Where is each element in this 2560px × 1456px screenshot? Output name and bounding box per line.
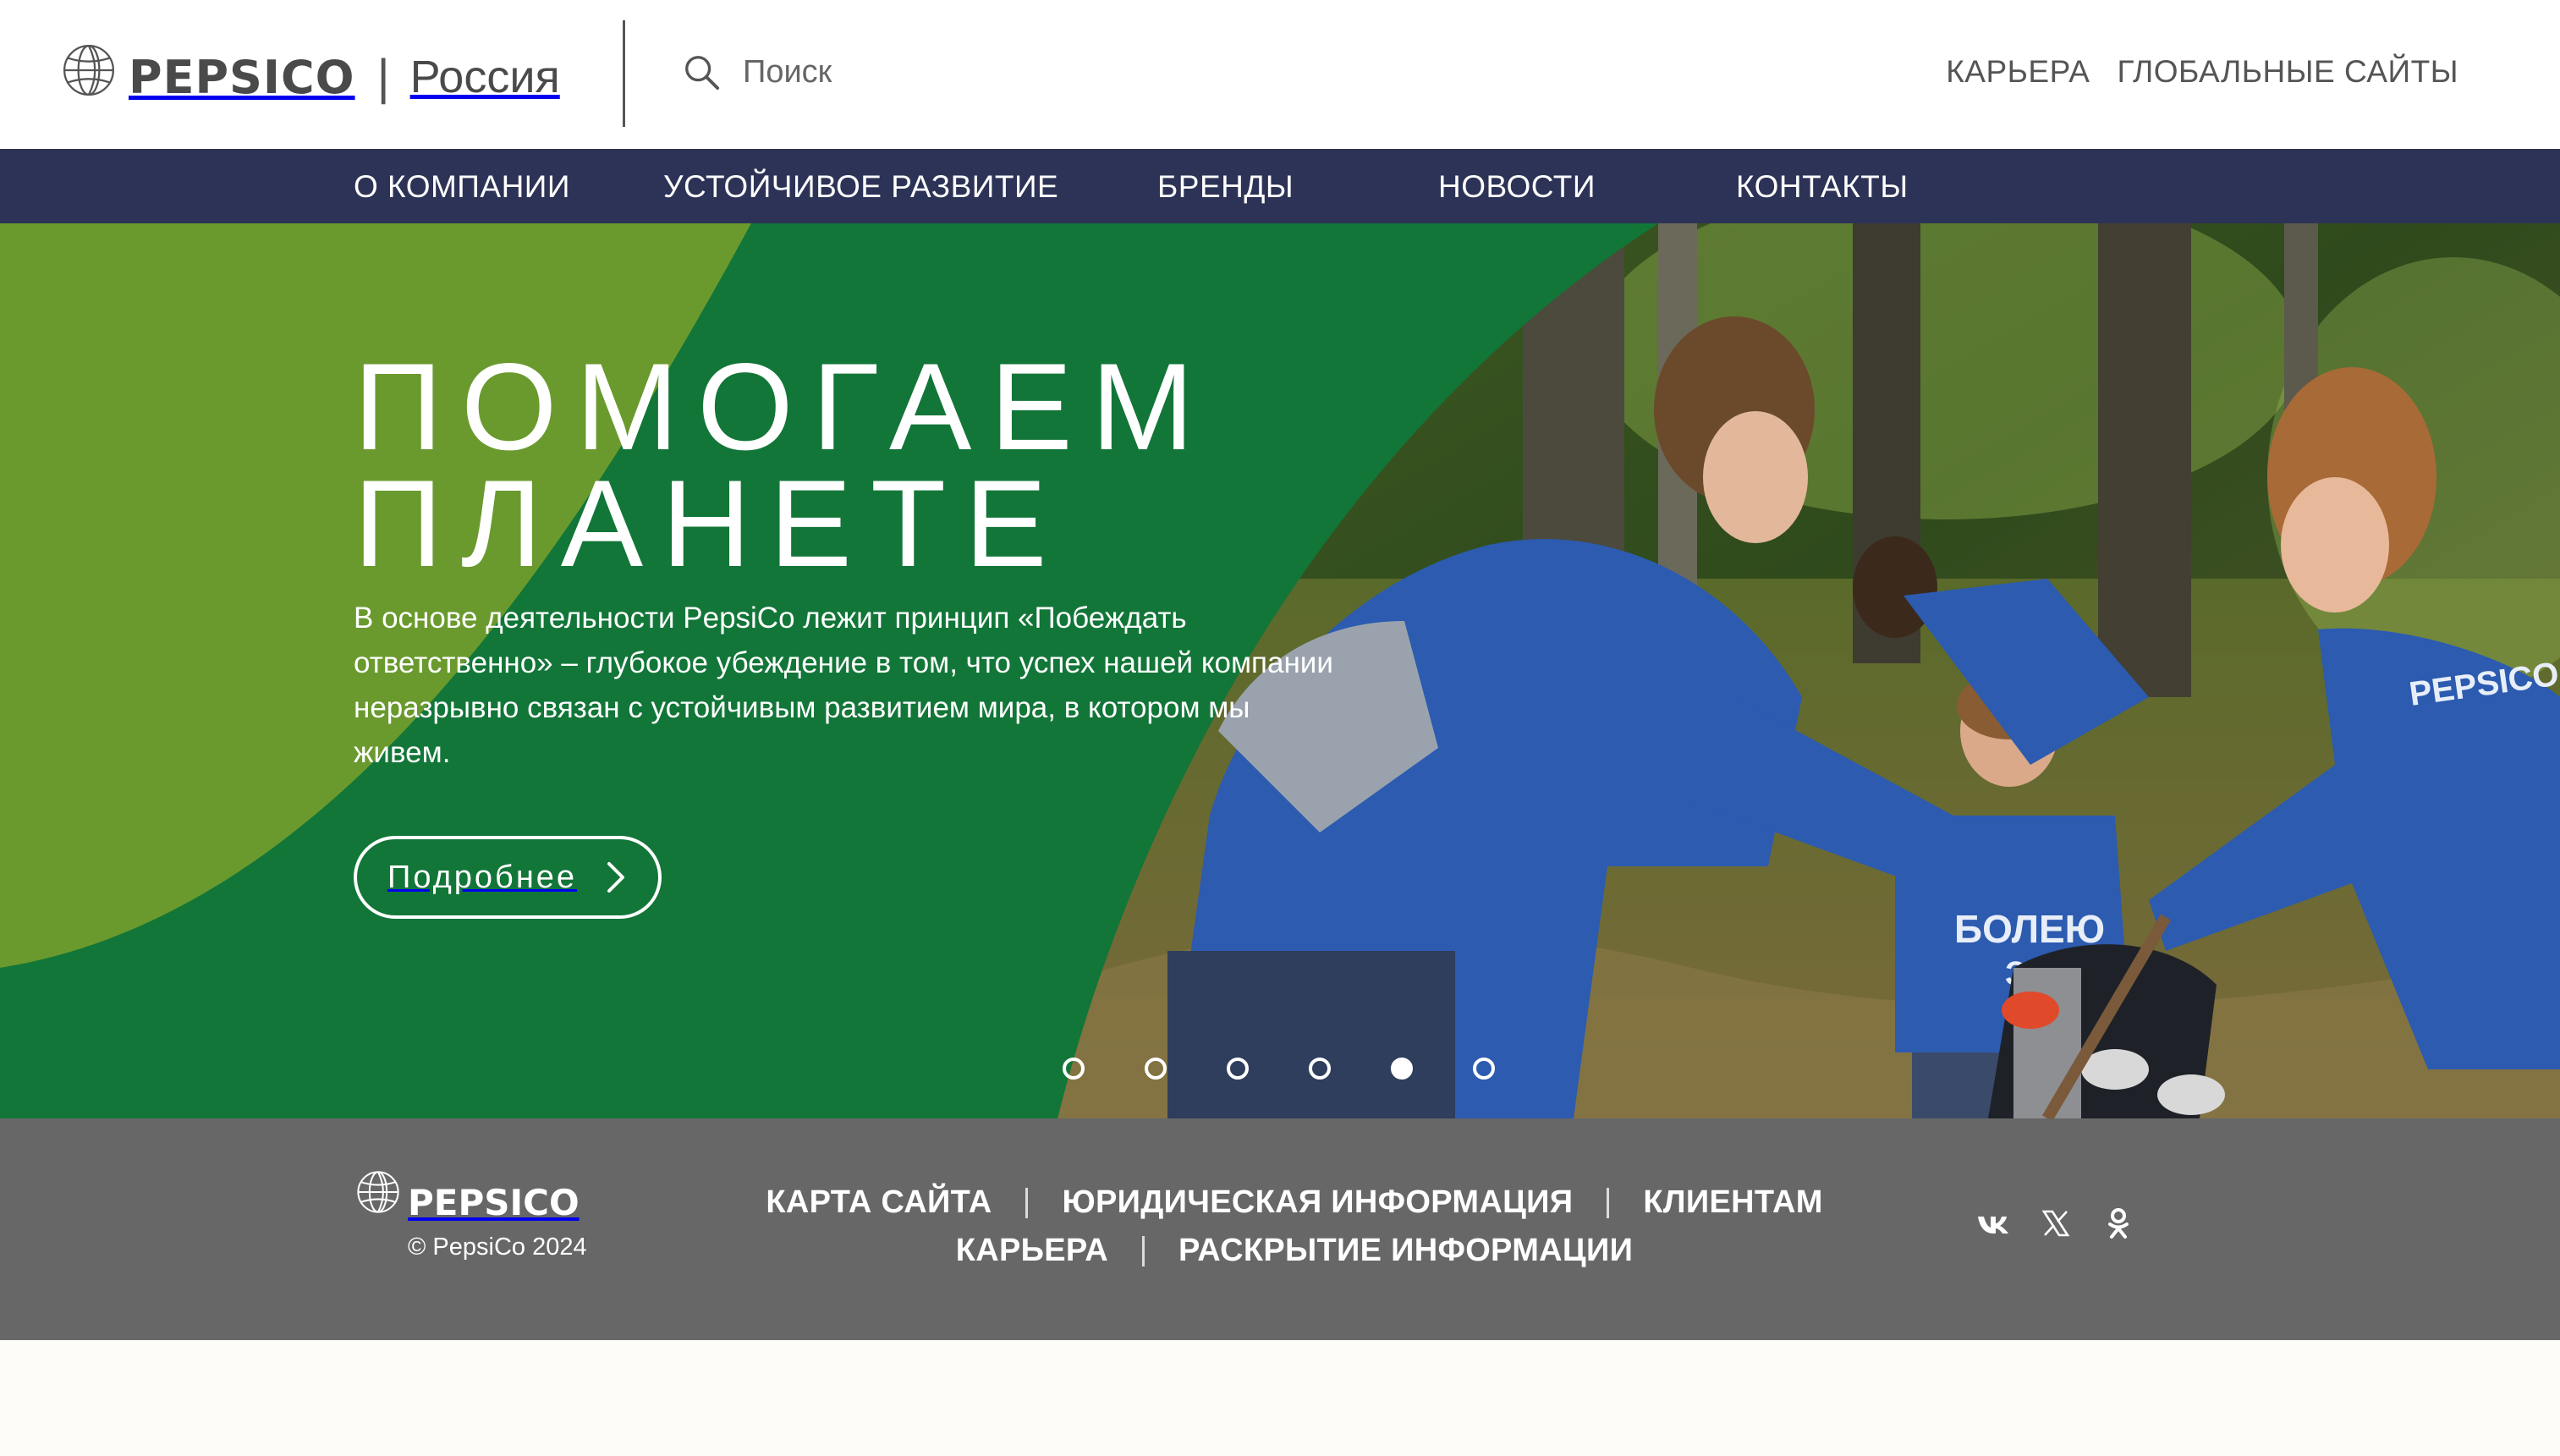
brand-name: PEPSICO bbox=[129, 50, 355, 104]
learn-more-button[interactable]: Подробнее bbox=[354, 836, 662, 919]
shirt-text-1: БОЛЕЮ bbox=[1954, 907, 2105, 951]
career-link[interactable]: КАРЬЕРА bbox=[1946, 54, 2090, 90]
carousel-pagination bbox=[1063, 1058, 1495, 1080]
footer-divider bbox=[1025, 1187, 1029, 1218]
sitemap-link[interactable]: КАРТА САЙТА bbox=[766, 1184, 992, 1221]
search-box[interactable] bbox=[682, 52, 1014, 91]
search-input[interactable] bbox=[743, 53, 1014, 91]
nav-item-about[interactable]: О КОМПАНИИ bbox=[354, 169, 570, 205]
learn-more-label: Подробнее bbox=[387, 859, 578, 895]
main-nav: О КОМПАНИИ УСТОЙЧИВОЕ РАЗВИТИЕ БРЕНДЫ НО… bbox=[0, 149, 2560, 223]
hero-carousel: БОЛЕЮ ЗА PEPSICO ПОМОГАЕМ ПЛАНЕТЕ В осно… bbox=[0, 223, 2560, 1118]
social-links bbox=[1976, 1206, 2135, 1240]
carousel-dot-1[interactable] bbox=[1063, 1058, 1085, 1080]
nav-item-brands[interactable]: БРЕНДЫ bbox=[1157, 169, 1294, 205]
ok-link[interactable] bbox=[2101, 1206, 2135, 1240]
x-link[interactable] bbox=[2039, 1206, 2073, 1240]
region-label: Россия bbox=[409, 52, 560, 102]
footer-divider bbox=[1607, 1187, 1610, 1218]
site-header: PEPSICO | Россия КАРЬЕРА ГЛОБАЛЬНЫЕ САЙТ… bbox=[0, 0, 2560, 149]
footer-career-link[interactable]: КАРЬЕРА bbox=[956, 1233, 1108, 1269]
hero-title-line-1: ПОМОГАЕМ bbox=[354, 338, 1213, 475]
global-sites-link[interactable]: ГЛОБАЛЬНЫЕ САЙТЫ bbox=[2117, 54, 2458, 90]
nav-item-news[interactable]: НОВОСТИ bbox=[1438, 169, 1596, 205]
site-footer: PEPSICO © PepsiCo 2024 КАРТА САЙТА ЮРИДИ… bbox=[0, 1118, 2560, 1340]
carousel-dot-6[interactable] bbox=[1473, 1058, 1495, 1080]
utility-links: КАРЬЕРА ГЛОБАЛЬНЫЕ САЙТЫ bbox=[1946, 54, 2458, 90]
vk-link[interactable] bbox=[1976, 1206, 2010, 1240]
globe-icon bbox=[63, 44, 115, 96]
region-separator: | bbox=[376, 49, 390, 105]
carousel-dot-3[interactable] bbox=[1227, 1058, 1249, 1080]
footer-divider bbox=[1142, 1235, 1145, 1266]
search-icon[interactable] bbox=[682, 52, 721, 91]
hero-description: В основе деятельности PepsiCo лежит прин… bbox=[354, 602, 1333, 769]
clients-link[interactable]: КЛИЕНТАМ bbox=[1643, 1184, 1822, 1221]
chevron-right-icon bbox=[607, 862, 625, 893]
nav-item-contacts[interactable]: КОНТАКТЫ bbox=[1736, 169, 1909, 205]
carousel-dot-4[interactable] bbox=[1309, 1058, 1331, 1080]
page-bottom-blank bbox=[0, 1340, 2560, 1456]
pepsico-logo-link[interactable]: PEPSICO | Россия bbox=[61, 30, 560, 124]
footer-brand: PEPSICO bbox=[408, 1182, 580, 1223]
globe-icon bbox=[357, 1171, 399, 1213]
vk-icon bbox=[1978, 1217, 2008, 1233]
footer-links-row-1: КАРТА САЙТА ЮРИДИЧЕСКАЯ ИНФОРМАЦИЯ КЛИЕН… bbox=[761, 1184, 1827, 1221]
carousel-dot-5[interactable] bbox=[1391, 1058, 1413, 1080]
odnoklassniki-icon bbox=[2108, 1208, 2129, 1239]
footer-logo-link[interactable]: PEPSICO bbox=[355, 1169, 580, 1223]
hero-title-line-2: ПЛАНЕТЕ bbox=[354, 454, 1066, 592]
footer-links-row-2: КАРЬЕРА РАСКРЫТИЕ ИНФОРМАЦИИ bbox=[761, 1233, 1827, 1269]
copyright: © PepsiCo 2024 bbox=[408, 1233, 587, 1261]
header-divider bbox=[623, 20, 625, 127]
x-twitter-icon bbox=[2041, 1210, 2070, 1237]
disclosure-link[interactable]: РАСКРЫТИЕ ИНФОРМАЦИИ bbox=[1178, 1233, 1633, 1269]
legal-info-link[interactable]: ЮРИДИЧЕСКАЯ ИНФОРМАЦИЯ bbox=[1062, 1184, 1573, 1221]
carousel-dot-2[interactable] bbox=[1145, 1058, 1167, 1080]
hero-title: ПОМОГАЕМ ПЛАНЕТЕ bbox=[354, 338, 1213, 592]
nav-item-sustainability[interactable]: УСТОЙЧИВОЕ РАЗВИТИЕ bbox=[663, 169, 1058, 205]
footer-links: КАРТА САЙТА ЮРИДИЧЕСКАЯ ИНФОРМАЦИЯ КЛИЕН… bbox=[761, 1184, 1827, 1281]
